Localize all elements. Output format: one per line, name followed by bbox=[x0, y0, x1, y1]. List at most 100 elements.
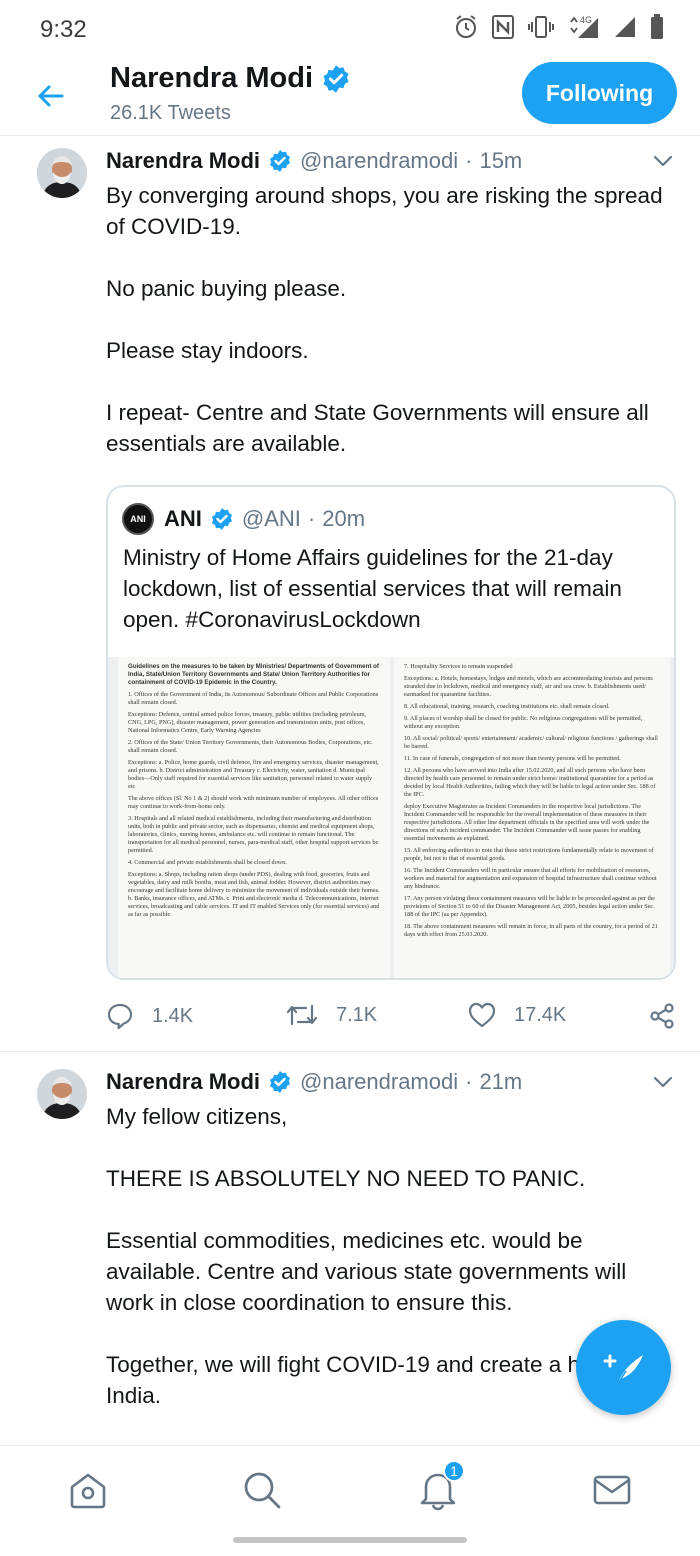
home-icon bbox=[70, 1473, 106, 1509]
document-line: 3. Hospitals and all related medical est… bbox=[128, 815, 379, 854]
chevron-down-icon[interactable] bbox=[652, 150, 674, 172]
status-time: 9:32 bbox=[40, 16, 87, 43]
alarm-icon bbox=[456, 15, 476, 38]
compose-feather-icon bbox=[603, 1354, 643, 1385]
document-line: Exceptions: a. Shops, including ration s… bbox=[128, 871, 380, 918]
document-line: 11. In case of funerals, congregation of… bbox=[404, 755, 621, 762]
document-line: 1. Offices of the Government of India, i… bbox=[128, 691, 379, 706]
heart-icon bbox=[468, 1002, 496, 1028]
avatar[interactable] bbox=[37, 1069, 87, 1119]
network-4g-icon: 4G bbox=[570, 15, 598, 38]
tweet-paragraph: THERE IS ABSOLUTELY NO NEED TO PANIC. bbox=[106, 1166, 586, 1191]
nav-search[interactable] bbox=[240, 1468, 284, 1512]
compose-tweet-button[interactable] bbox=[576, 1320, 671, 1415]
profile-header: Narendra Modi 26.1K Tweets Following bbox=[0, 60, 700, 136]
separator-dot: · bbox=[465, 1069, 473, 1094]
network-label: 4G bbox=[580, 15, 592, 25]
vibrate-icon bbox=[528, 16, 554, 38]
reply-count: 1.4K bbox=[152, 1004, 194, 1027]
verified-badge-icon bbox=[270, 150, 291, 172]
chevron-down-icon[interactable] bbox=[652, 1071, 674, 1093]
tweet-count: 26.1K Tweets bbox=[110, 102, 231, 124]
profile-name-row: Narendra Modi bbox=[110, 62, 351, 95]
document-line: 16. The Incident Commanders will in part… bbox=[404, 867, 657, 890]
status-icons: 4G bbox=[454, 14, 664, 40]
tweet-author[interactable]: Narendra Modi bbox=[106, 148, 260, 174]
tweet-paragraph: I repeat- Centre and State Governments w… bbox=[106, 400, 649, 456]
profile-name: Narendra Modi bbox=[110, 62, 314, 94]
nfc-icon bbox=[492, 15, 514, 39]
signal-icon bbox=[615, 17, 635, 37]
status-bar: 9:32 4G bbox=[0, 0, 700, 60]
battery-icon bbox=[651, 14, 663, 39]
share-icon bbox=[650, 1003, 674, 1029]
document-line: The above offices (Sl. No 1 & 2) should … bbox=[128, 795, 379, 810]
verified-badge-icon bbox=[270, 1071, 291, 1093]
document-line: 4. Commercial and private establishments… bbox=[128, 859, 287, 866]
quoted-tweet-header: ANI ANI @ANI · 20m bbox=[122, 503, 365, 535]
avatar-image bbox=[37, 1069, 87, 1119]
gesture-bar[interactable] bbox=[233, 1537, 467, 1543]
document-line: 12. All persons who have arrived into In… bbox=[404, 767, 656, 798]
document-line: 8. All educational, training, research, … bbox=[404, 703, 610, 710]
bottom-navigation: 1 bbox=[0, 1445, 700, 1533]
tweet-time: 21m bbox=[479, 1069, 523, 1094]
quoted-tweet[interactable]: ANI ANI @ANI · 20m Ministry of Home Affa… bbox=[106, 485, 676, 980]
avatar[interactable] bbox=[37, 148, 87, 198]
tweet-handle: @narendramodi bbox=[300, 1069, 459, 1094]
document-page-left: Guidelines on the measures to be taken b… bbox=[118, 657, 390, 978]
messages-icon bbox=[593, 1475, 631, 1505]
like-count: 17.4K bbox=[514, 1003, 567, 1026]
tweet-author[interactable]: Narendra Modi bbox=[106, 1069, 260, 1095]
document-line: 10. All social/ political/ sports/ enter… bbox=[404, 735, 658, 750]
tweet-header: Narendra Modi @narendramodi · 21m bbox=[106, 1069, 522, 1095]
avatar-image bbox=[37, 148, 87, 198]
retweet-button[interactable]: 7.1K bbox=[286, 1002, 377, 1028]
tweet-paragraph: Please stay indoors. bbox=[106, 338, 309, 363]
document-page-right: 7. Hospitality Services to remain suspen… bbox=[394, 657, 670, 978]
tweet[interactable]: Narendra Modi @narendramodi · 15m By con… bbox=[0, 136, 700, 1052]
back-arrow-icon bbox=[38, 85, 64, 107]
back-button[interactable] bbox=[30, 76, 70, 116]
tweet-time: 15m bbox=[479, 148, 523, 173]
document-line: 17. Any person violating these containme… bbox=[404, 895, 656, 918]
document-line: 18. The above containment measures will … bbox=[404, 923, 658, 938]
reply-button[interactable]: 1.4K bbox=[106, 1002, 193, 1030]
document-line: Exceptions: Defence, central armed polic… bbox=[128, 711, 367, 734]
tweet-paragraph: No panic buying please. bbox=[106, 276, 347, 301]
search-icon bbox=[244, 1472, 281, 1509]
quoted-time: 20m bbox=[322, 506, 366, 531]
share-button[interactable] bbox=[648, 1002, 676, 1030]
reply-icon bbox=[107, 1003, 133, 1030]
tweet-handle: @narendramodi bbox=[300, 148, 459, 173]
quoted-document-image[interactable]: Guidelines on the measures to be taken b… bbox=[108, 657, 674, 978]
tweet-header: Narendra Modi @narendramodi · 15m bbox=[106, 148, 522, 174]
document-line: 2. Offices of the State/ Union Territory… bbox=[128, 739, 373, 754]
tweet-paragraph: By converging around shops, you are risk… bbox=[106, 183, 663, 239]
nav-messages[interactable] bbox=[590, 1468, 634, 1512]
nav-home[interactable] bbox=[66, 1468, 110, 1512]
tweet-text: By converging around shops, you are risk… bbox=[106, 180, 680, 490]
like-button[interactable]: 17.4K bbox=[468, 1002, 566, 1028]
ani-logo: ANI bbox=[122, 503, 154, 535]
document-line: deploy Executive Magistrates as Incident… bbox=[404, 803, 650, 842]
document-line: Exceptions: a. Hotels, homestays, lodges… bbox=[404, 675, 653, 698]
quoted-text: Ministry of Home Affairs guidelines for … bbox=[123, 545, 622, 632]
document-line: 7. Hospitality Services to remain suspen… bbox=[404, 663, 513, 670]
document-line: Exceptions: a. Police, home guards, civi… bbox=[128, 759, 379, 790]
notification-badge: 1 bbox=[443, 1460, 465, 1482]
quoted-handle: @ANI bbox=[241, 506, 301, 531]
verified-badge-icon bbox=[323, 64, 349, 93]
following-button[interactable]: Following bbox=[522, 62, 677, 124]
document-title: Guidelines on the measures to be taken b… bbox=[128, 663, 379, 686]
tweet-paragraph: Essential commodities, medicines etc. wo… bbox=[106, 1228, 627, 1315]
tweet-paragraph: My fellow citizens, bbox=[106, 1104, 288, 1129]
retweet-icon bbox=[286, 1004, 318, 1026]
separator-dot: · bbox=[307, 506, 316, 531]
tweet-actions: 1.4K 7.1K 17.4K bbox=[106, 1002, 676, 1036]
quoted-author: ANI bbox=[164, 506, 202, 531]
separator-dot: · bbox=[465, 148, 473, 173]
verified-badge-icon bbox=[211, 508, 232, 530]
document-line: 15. All enforcing authorities to note th… bbox=[404, 847, 654, 862]
document-line: 9. All places of worship shall be closed… bbox=[404, 715, 643, 730]
